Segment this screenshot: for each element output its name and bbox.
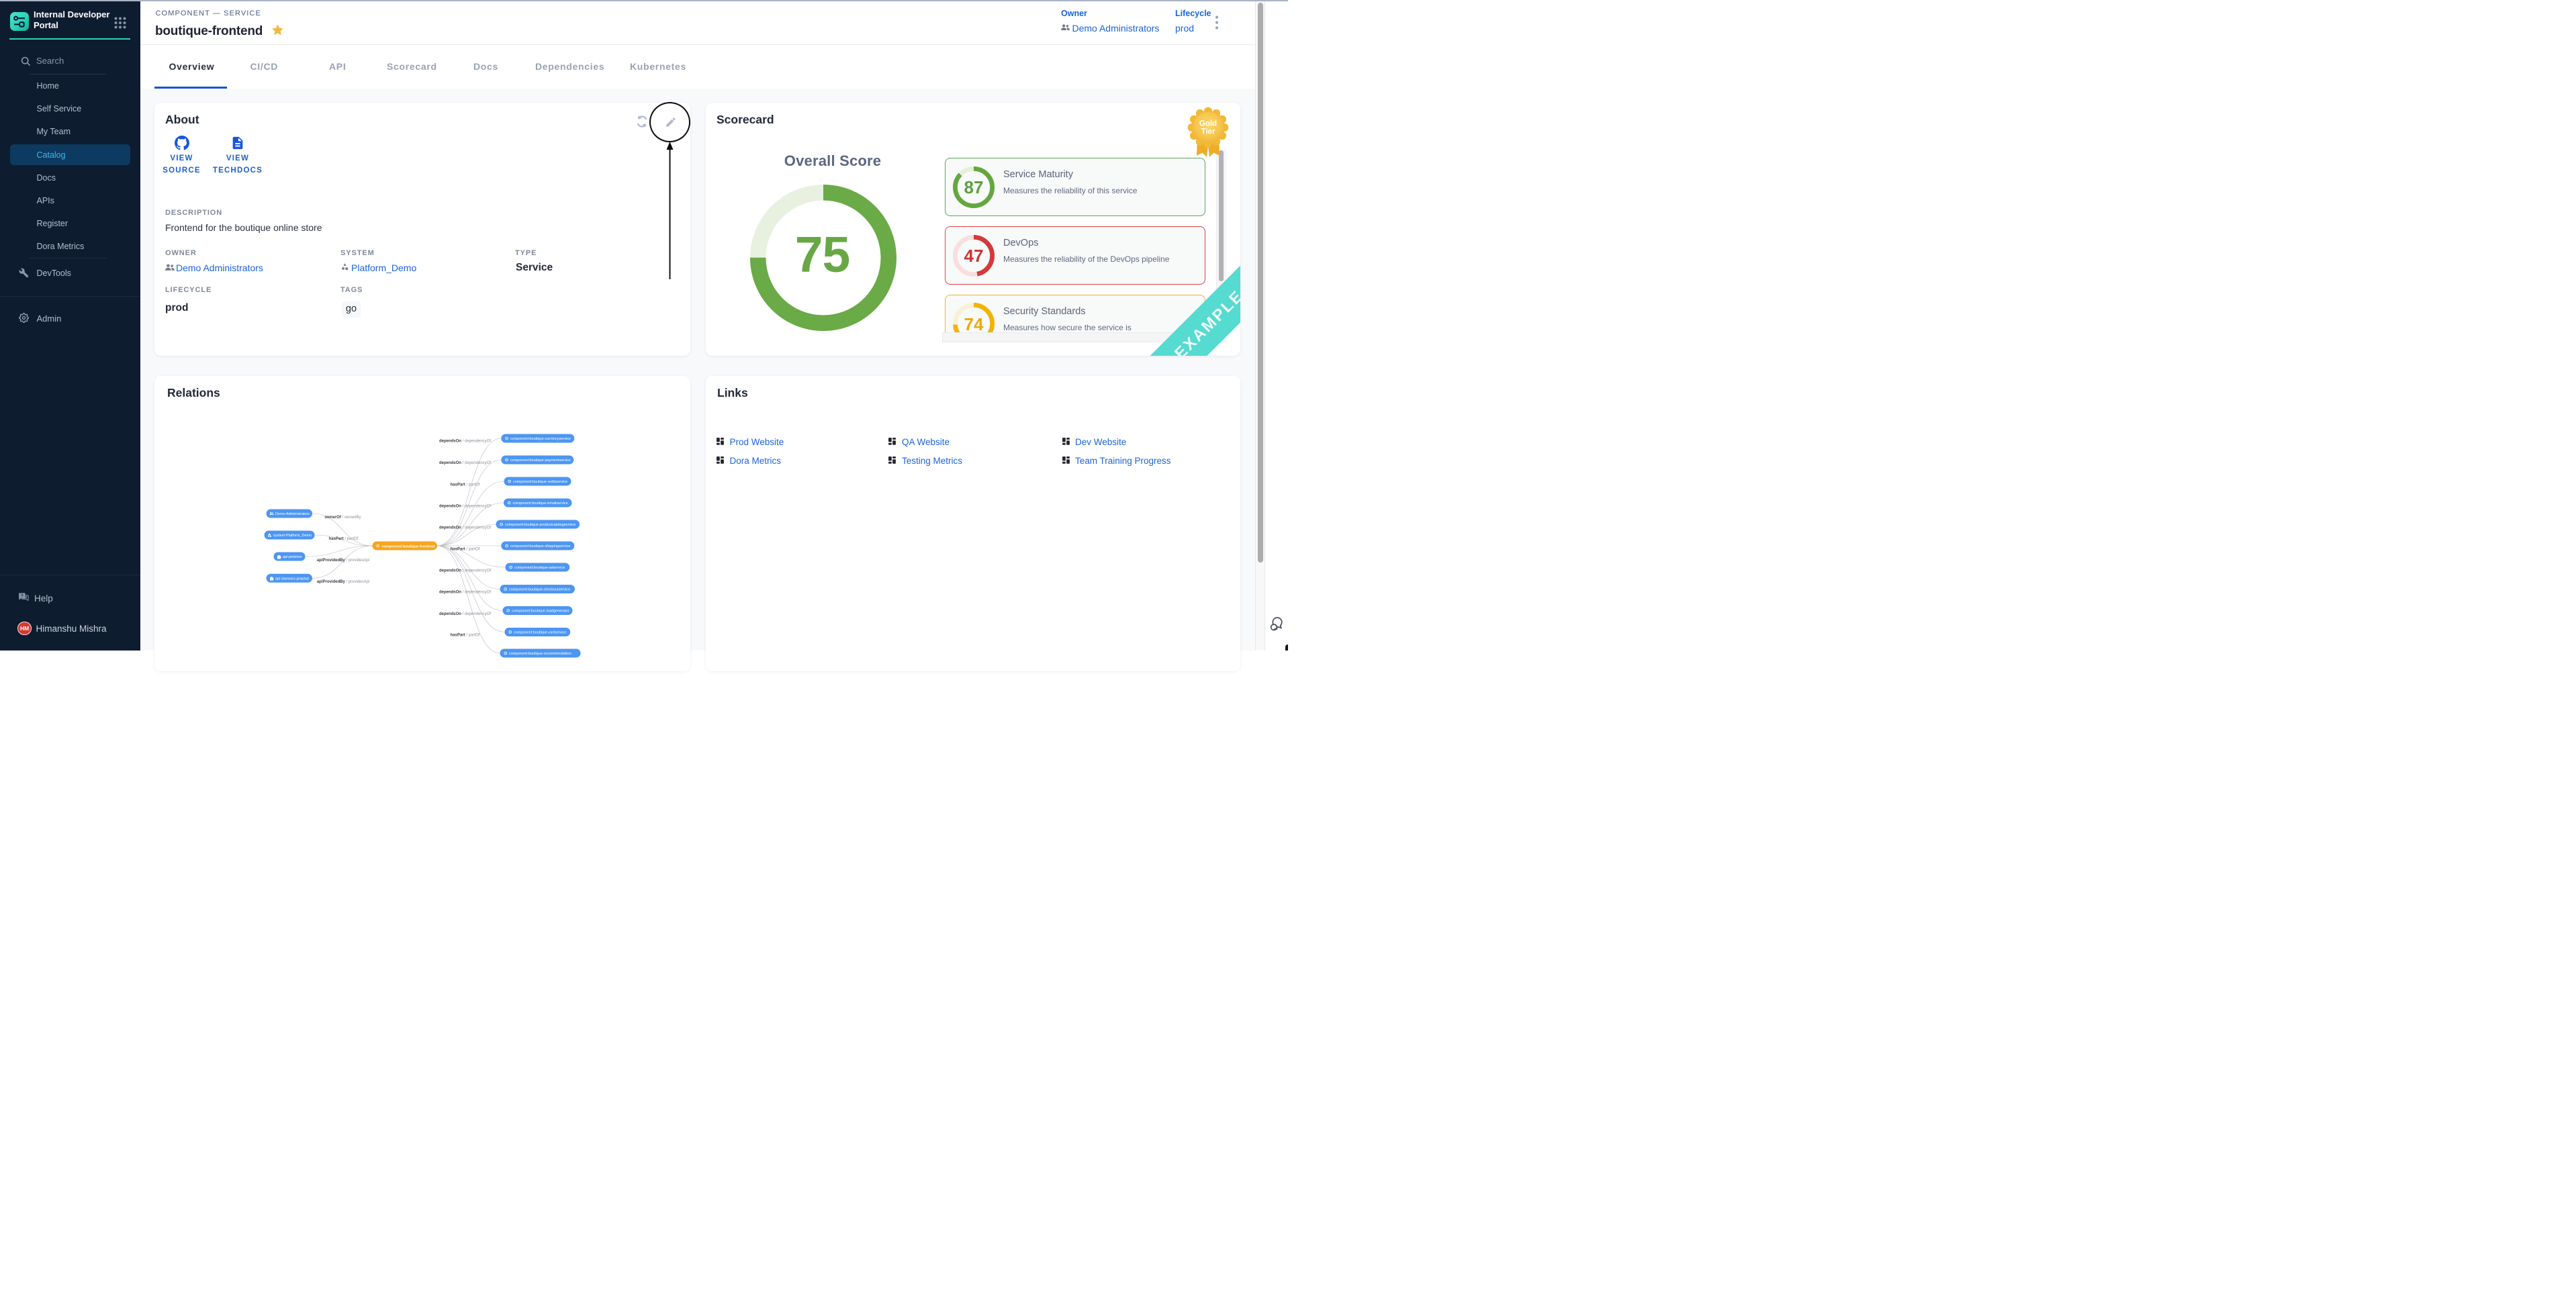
svg-text:hasPart / partOf: hasPart / partOf [450,547,479,551]
svg-text:component:boutique-currencyser: component:boutique-currencyservice [510,437,570,441]
svg-text:apiProvidedBy / providesApi: apiProvidedBy / providesApi [316,559,369,563]
svg-text:dependsOn / dependencyOf: dependsOn / dependencyOf [439,612,490,616]
svg-text:ownerOf / ownedBy: ownerOf / ownedBy [324,516,361,520]
svg-text:Gold: Gold [1199,120,1217,128]
svg-text:component:boutique-redisservic: component:boutique-redisservice [513,480,567,484]
svg-text:system:Platform_Demo: system:Platform_Demo [273,534,312,538]
svg-text:dependsOn / dependencyOf: dependsOn / dependencyOf [439,439,490,443]
svg-text:apiProvidedBy / providesApi: apiProvidedBy / providesApi [316,579,369,583]
svg-text:api:petstore: api:petstore [283,555,302,559]
svg-text:component:boutique-productcata: component:boutique-productcatalogservice [505,523,576,527]
svg-text:component:boutique-recommendat: component:boutique-recommendation [509,652,571,656]
svg-text:component:boutique-loadgenerat: component:boutique-loadgenerator [512,609,569,613]
svg-text:component:boutique-cartservice: component:boutique-cartservice [514,630,566,634]
svg-text:component:boutique-shippingser: component:boutique-shippingservice [510,544,570,548]
svg-text:component:boutique-checkoutser: component:boutique-checkoutservice [509,587,570,591]
svg-text:component:boutique-adservice: component:boutique-adservice [514,566,565,570]
svg-text:api:starwars-graphql: api:starwars-graphql [275,577,309,581]
svg-text:dependsOn / dependencyOf: dependsOn / dependencyOf [439,569,490,573]
svg-text:component:boutique-emailservic: component:boutique-emailservice [512,501,567,505]
svg-text:hasPart / partOf: hasPart / partOf [450,483,479,487]
svg-text:Demo Administrators: Demo Administrators [275,512,310,516]
svg-text:dependsOn / dependencyOf: dependsOn / dependencyOf [439,526,490,530]
svg-text:component:boutique-frontend: component:boutique-frontend [381,544,434,548]
svg-text:dependsOn / dependencyOf: dependsOn / dependencyOf [439,590,490,594]
svg-text:component:boutique-paymentserv: component:boutique-paymentservice [510,459,570,463]
svg-text:Tier: Tier [1201,128,1215,136]
svg-text:hasPart / partOf: hasPart / partOf [328,537,358,541]
svg-text:hasPart / partOf: hasPart / partOf [450,633,479,637]
svg-text:?: ? [21,593,24,598]
svg-text:dependsOn / dependencyOf: dependsOn / dependencyOf [439,461,490,465]
svg-text:dependsOn / dependencyOf: dependsOn / dependencyOf [439,504,490,508]
